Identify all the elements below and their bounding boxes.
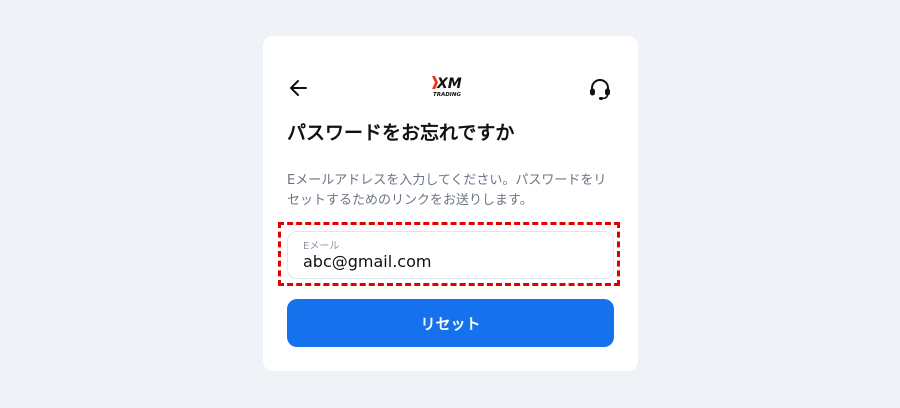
headset-icon	[590, 79, 610, 100]
xm-logo: XM TRADING	[430, 74, 470, 98]
back-button[interactable]	[287, 76, 311, 100]
support-button[interactable]	[587, 76, 613, 102]
arrow-left-icon	[290, 80, 307, 96]
page-title: パスワードをお忘れですか	[287, 122, 515, 144]
reset-button[interactable]: リセット	[287, 299, 614, 347]
instruction-text: Eメールアドレスを入力してください。パスワードをリセットするためのリンクをお送り…	[287, 173, 607, 208]
email-field-value[interactable]: abc@gmail.com	[303, 252, 431, 271]
email-field[interactable]: Eメール abc@gmail.com	[287, 231, 614, 279]
logo-subtitle: TRADING	[433, 92, 461, 98]
logo-brand: XM	[436, 76, 462, 92]
forgot-password-card: XM TRADING パスワードをお忘れですか Eメールアドレスを入力してくださ…	[263, 36, 638, 371]
email-field-label: Eメール	[303, 241, 340, 252]
